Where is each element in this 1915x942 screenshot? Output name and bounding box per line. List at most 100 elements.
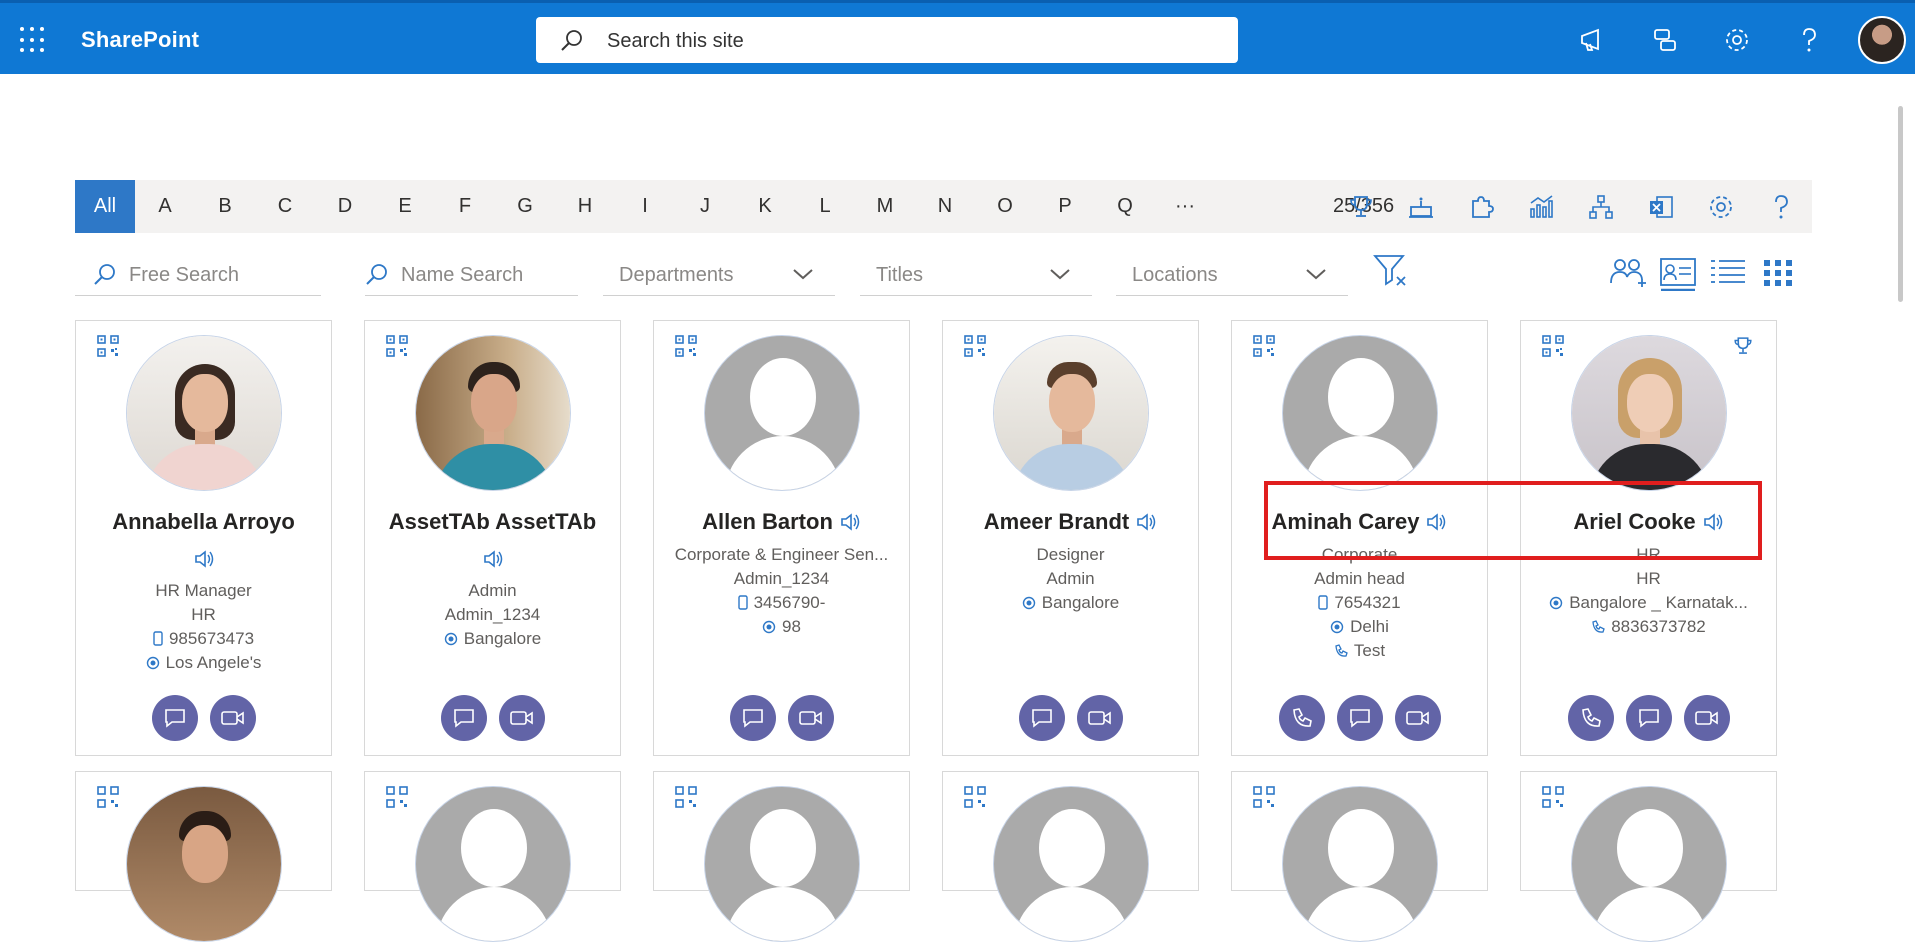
- qr-code-icon[interactable]: [1253, 786, 1275, 808]
- video-call-button[interactable]: [1394, 695, 1441, 741]
- chat-button[interactable]: [440, 695, 487, 741]
- employee-name[interactable]: Ameer Brandt: [984, 509, 1129, 534]
- speaker-icon[interactable]: [193, 549, 215, 569]
- grid-view-icon[interactable]: [1758, 255, 1798, 291]
- list-view-icon[interactable]: [1708, 255, 1748, 291]
- employee-card[interactable]: Allen Barton Corporate & Engineer Sen...…: [653, 320, 910, 756]
- employee-card[interactable]: AssetTAb AssetTAb Admin Admin_1234 Banga…: [364, 320, 621, 756]
- titles-dropdown[interactable]: Titles: [860, 252, 1092, 296]
- letter-filter-j[interactable]: J: [675, 180, 735, 233]
- chat-button[interactable]: [1336, 695, 1383, 741]
- locations-dropdown[interactable]: Locations: [1116, 252, 1348, 296]
- vertical-scrollbar[interactable]: [1898, 106, 1903, 302]
- speaker-icon[interactable]: [839, 512, 861, 532]
- letter-filter-a[interactable]: A: [135, 180, 195, 233]
- chat-button[interactable]: [729, 695, 776, 741]
- video-call-button[interactable]: [209, 695, 256, 741]
- qr-code-icon[interactable]: [1542, 335, 1564, 357]
- trophy-icon[interactable]: [1347, 193, 1375, 221]
- chat-button[interactable]: [151, 695, 198, 741]
- letter-filter-c[interactable]: C: [255, 180, 315, 233]
- employee-card[interactable]: [75, 771, 332, 942]
- qr-code-icon[interactable]: [386, 335, 408, 357]
- settings-gear-icon[interactable]: [1722, 25, 1752, 55]
- location-pin-icon: [146, 656, 159, 670]
- card-view-icon[interactable]: [1658, 255, 1698, 291]
- employee-mobile[interactable]: 985673473: [76, 627, 331, 651]
- qr-code-icon[interactable]: [1253, 335, 1275, 357]
- site-search-box[interactable]: Search this site: [536, 17, 1238, 63]
- video-call-button[interactable]: [1076, 695, 1123, 741]
- letter-filter-q[interactable]: Q: [1095, 180, 1155, 233]
- letter-filter-h[interactable]: H: [555, 180, 615, 233]
- qr-code-icon[interactable]: [675, 335, 697, 357]
- letter-filter-all[interactable]: All: [75, 180, 135, 233]
- letter-filter-p[interactable]: P: [1035, 180, 1095, 233]
- video-call-button[interactable]: [498, 695, 545, 741]
- settings-gear-icon[interactable]: [1707, 193, 1735, 221]
- qr-code-icon[interactable]: [97, 335, 119, 357]
- employee-card[interactable]: [1231, 771, 1488, 942]
- letter-filter-m[interactable]: M: [855, 180, 915, 233]
- qr-code-icon[interactable]: [386, 786, 408, 808]
- employee-card[interactable]: [1520, 771, 1777, 942]
- excel-export-icon[interactable]: [1647, 193, 1675, 221]
- org-chart-icon[interactable]: [1587, 193, 1615, 221]
- qr-code-icon[interactable]: [1542, 786, 1564, 808]
- app-launcher-icon[interactable]: [20, 27, 46, 53]
- feedback-icon[interactable]: [1650, 25, 1680, 55]
- employee-photo: [126, 786, 282, 942]
- clear-filter-icon[interactable]: [1372, 253, 1410, 289]
- departments-dropdown[interactable]: Departments: [603, 252, 835, 296]
- employee-card[interactable]: [942, 771, 1199, 942]
- qr-code-icon[interactable]: [675, 786, 697, 808]
- call-button[interactable]: [1278, 695, 1325, 741]
- more-letters-button[interactable]: ···: [1155, 180, 1215, 233]
- free-search-input[interactable]: Free Search: [75, 252, 321, 296]
- employee-card[interactable]: [364, 771, 621, 942]
- call-button[interactable]: [1567, 695, 1614, 741]
- speaker-icon[interactable]: [482, 549, 504, 569]
- employee-mobile[interactable]: 7654321: [1232, 591, 1487, 615]
- employee-card[interactable]: Annabella Arroyo HR Manager HR 985673473…: [75, 320, 332, 756]
- chat-button[interactable]: [1018, 695, 1065, 741]
- letter-filter-k[interactable]: K: [735, 180, 795, 233]
- employee-name[interactable]: Annabella Arroyo: [76, 509, 331, 535]
- location-text: Bangalore: [1041, 593, 1120, 612]
- letter-filter-o[interactable]: O: [975, 180, 1035, 233]
- user-avatar[interactable]: [1858, 16, 1906, 64]
- help-icon[interactable]: [1794, 25, 1824, 55]
- video-camera-icon: [509, 711, 533, 725]
- video-call-button[interactable]: [787, 695, 834, 741]
- employee-telephone[interactable]: Test: [1232, 639, 1487, 663]
- letter-filter-l[interactable]: L: [795, 180, 855, 233]
- video-call-button[interactable]: [1683, 695, 1730, 741]
- letter-filter-e[interactable]: E: [375, 180, 435, 233]
- employee-telephone[interactable]: 8836373782: [1521, 615, 1776, 639]
- employee-name[interactable]: Allen Barton: [702, 509, 833, 534]
- employee-mobile[interactable]: 3456790-: [654, 591, 909, 615]
- letter-filter-b[interactable]: B: [195, 180, 255, 233]
- employee-name[interactable]: AssetTAb AssetTAb: [365, 509, 620, 535]
- letter-filter-f[interactable]: F: [435, 180, 495, 233]
- qr-code-icon[interactable]: [97, 786, 119, 808]
- birthday-cake-icon[interactable]: [1407, 193, 1435, 221]
- letter-filter-g[interactable]: G: [495, 180, 555, 233]
- employee-card[interactable]: Ameer Brandt Designer Admin Bangalore: [942, 320, 1199, 756]
- employee-card[interactable]: [653, 771, 910, 942]
- chat-button[interactable]: [1625, 695, 1672, 741]
- letter-filter-n[interactable]: N: [915, 180, 975, 233]
- letter-filter-d[interactable]: D: [315, 180, 375, 233]
- name-search-input[interactable]: Name Search: [365, 252, 578, 296]
- analytics-chart-icon[interactable]: [1527, 193, 1555, 221]
- speaker-icon[interactable]: [1135, 512, 1157, 532]
- puzzle-icon[interactable]: [1467, 193, 1495, 221]
- letter-filter-i[interactable]: I: [615, 180, 675, 233]
- qr-code-icon[interactable]: [964, 786, 986, 808]
- add-people-icon[interactable]: [1608, 255, 1648, 291]
- qr-code-icon[interactable]: [964, 335, 986, 357]
- megaphone-icon[interactable]: [1578, 25, 1608, 55]
- app-title[interactable]: SharePoint: [81, 27, 199, 53]
- trophy-icon[interactable]: [1732, 335, 1754, 357]
- help-icon[interactable]: [1767, 193, 1795, 221]
